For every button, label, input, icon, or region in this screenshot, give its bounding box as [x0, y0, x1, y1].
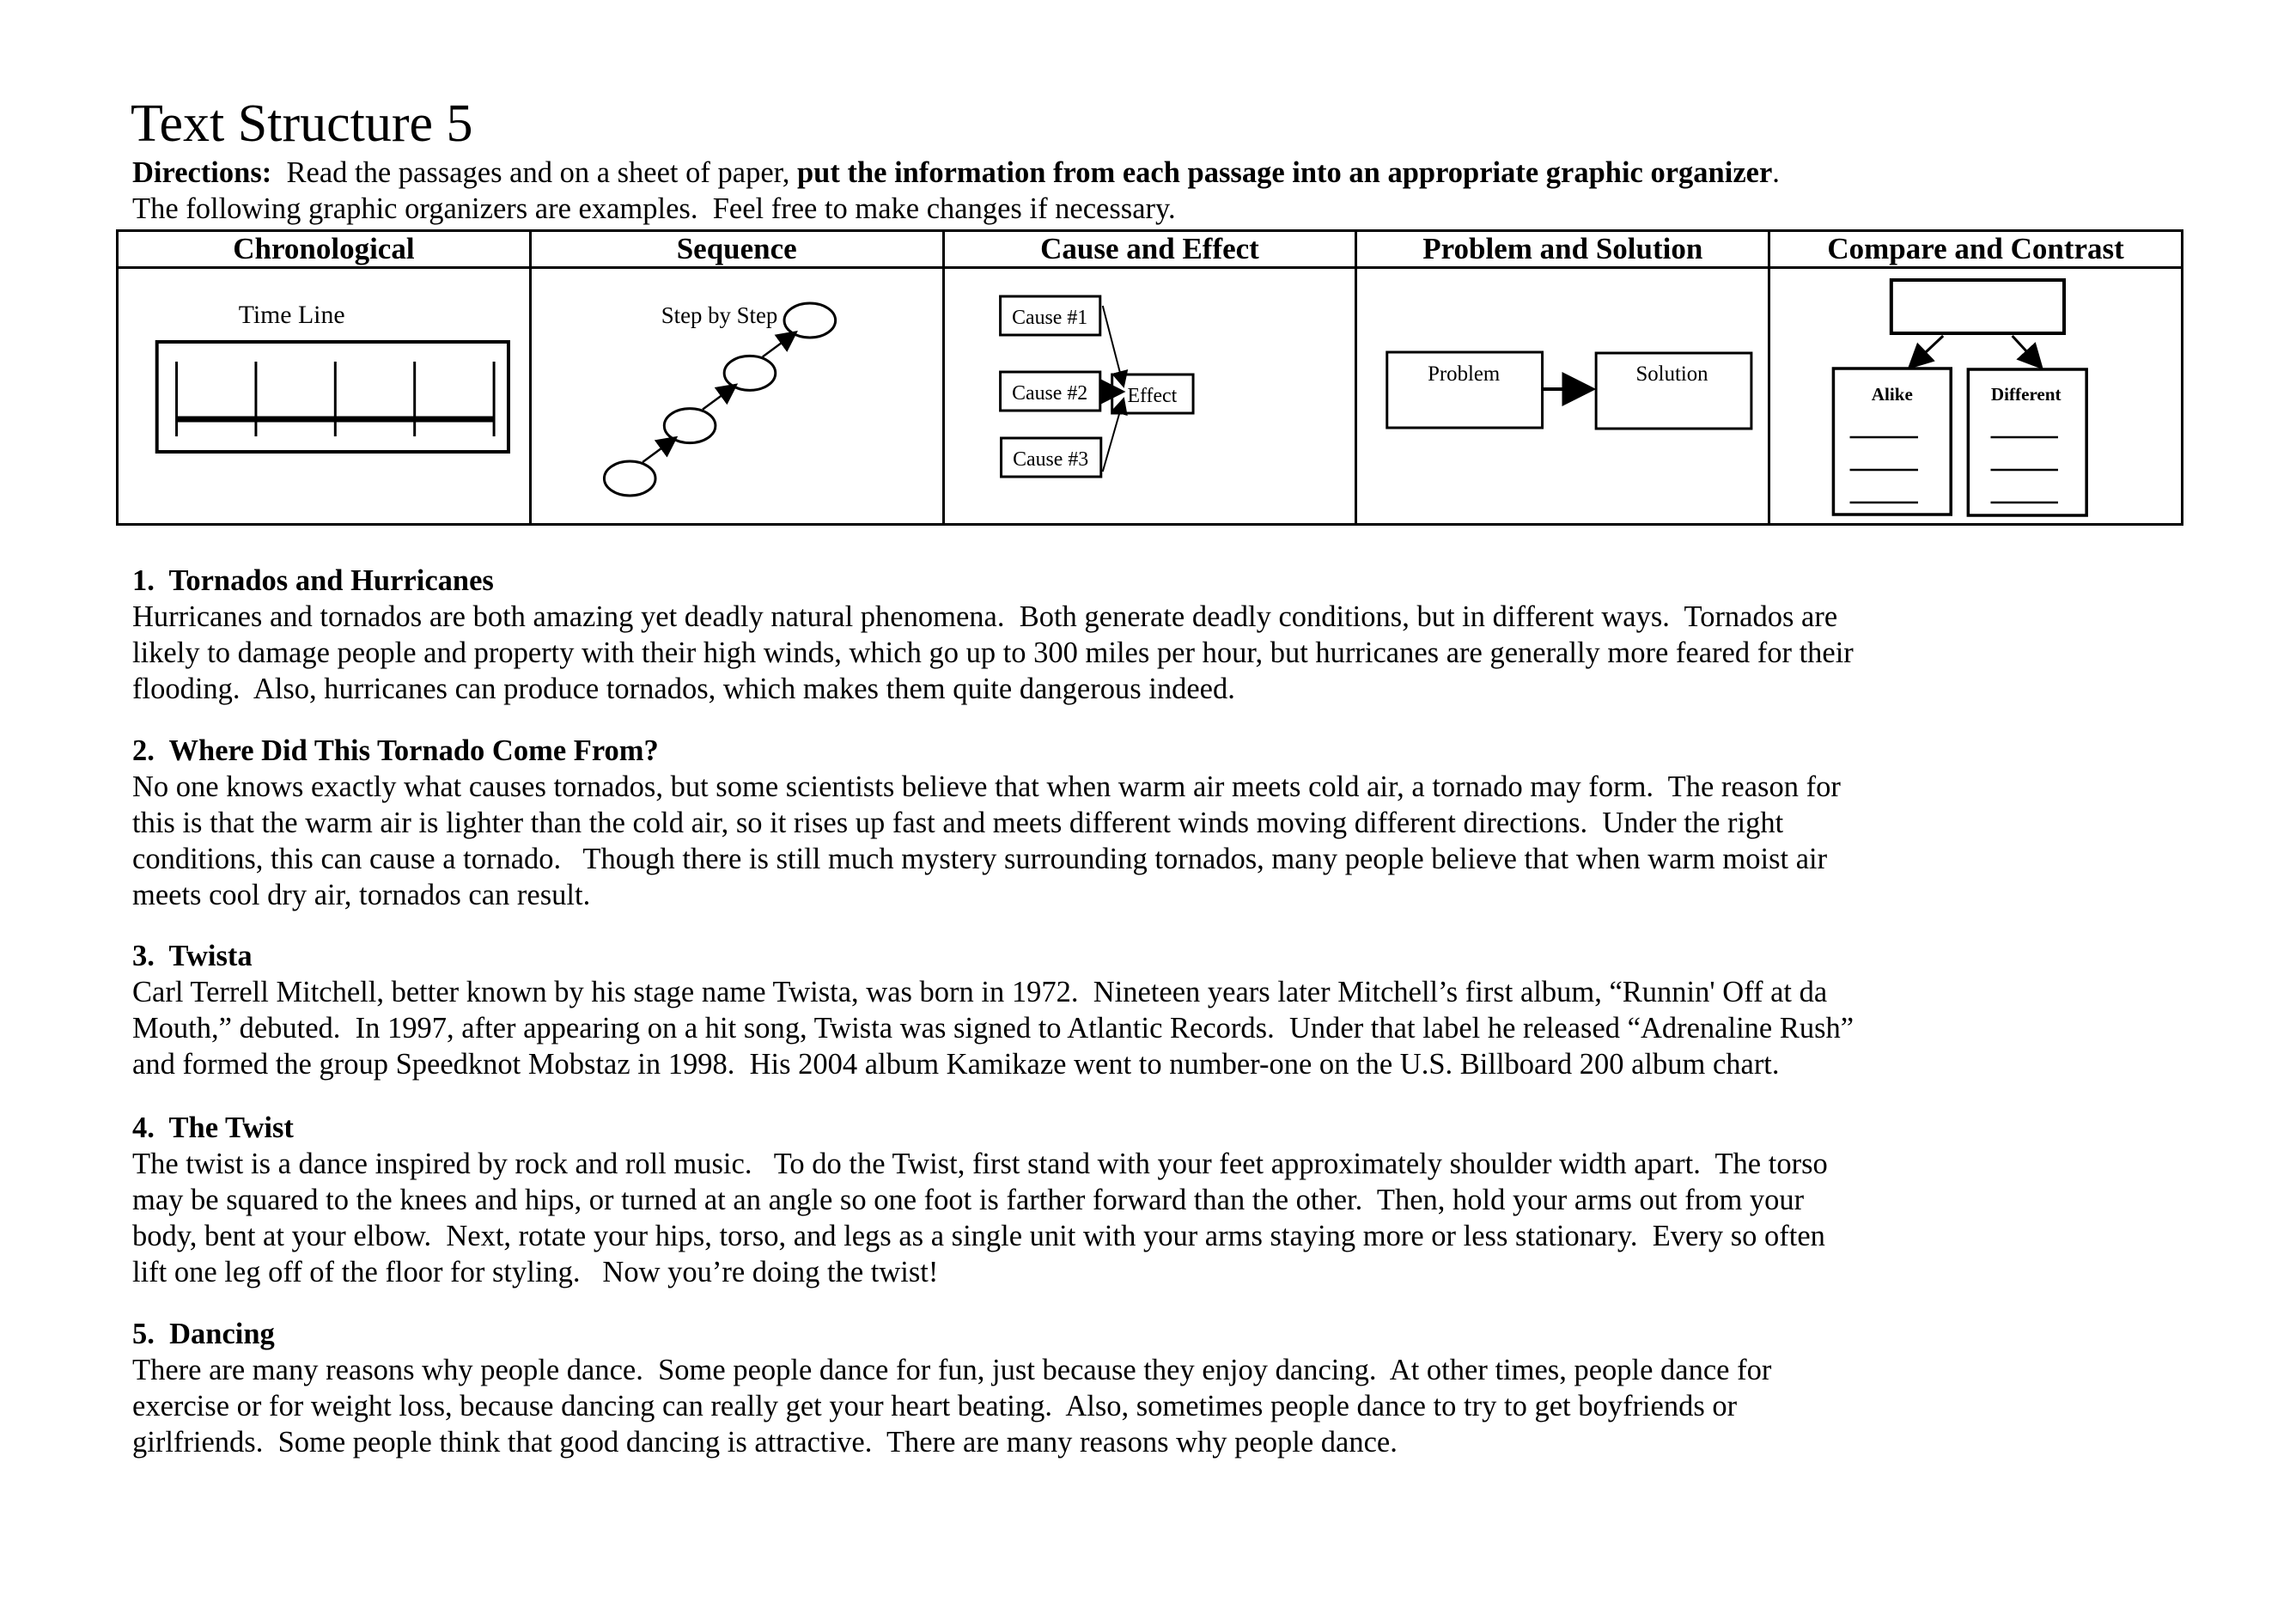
effect-label: Effect	[1127, 385, 1177, 407]
graphic-organizer-table: Chronological Sequence Cause and Effect …	[116, 229, 2183, 526]
cause-label-3: Cause #3	[1013, 448, 1088, 471]
directions-text: Read the passages and on a sheet of pape…	[271, 156, 797, 189]
passage-line: girlfriends. Some people think that good…	[132, 1426, 1398, 1459]
passage-line: lift one leg off of the floor for stylin…	[132, 1256, 939, 1288]
sequence-arrow	[761, 331, 798, 358]
sequence-arrow	[702, 383, 738, 411]
alike-label: Alike	[1872, 384, 1913, 405]
passage-heading: 2. Where Did This Tornado Come From?	[132, 734, 659, 767]
sequence-label: Step by Step	[661, 302, 778, 328]
sequence-step-oval	[662, 407, 717, 445]
sequence-step-oval	[783, 301, 837, 339]
organizer-diagram-row: Time Line Step by Step Cause #1 Cause #2…	[116, 266, 2183, 526]
sequence-step-oval	[602, 460, 657, 497]
passage-heading: 4. The Twist	[132, 1112, 294, 1144]
directions-label: Directions:	[132, 156, 272, 189]
passage-body: There are many reasons why people dance.…	[132, 1352, 2194, 1460]
timeline-cell: Time Line	[116, 266, 532, 526]
arrow-cause1-effect	[1101, 305, 1128, 388]
passage-1: 1. Tornados and Hurricanes Hurricanes an…	[132, 563, 2194, 707]
passage-line: and formed the group Speedknot Mobstaz i…	[132, 1048, 1780, 1081]
passage-2: 2. Where Did This Tornado Come From? No …	[132, 733, 2194, 913]
compare-contrast-diagram: Alike Different	[1831, 278, 2089, 517]
cause-label-2: Cause #2	[1012, 382, 1087, 405]
passage-heading: 3. Twista	[132, 940, 253, 972]
arrow-topic-different	[2011, 334, 2044, 370]
passage-body: No one knows exactly what causes tornado…	[132, 769, 2194, 913]
passage-line: this is that the warm air is lighter tha…	[132, 807, 1784, 839]
passage-line: Hurricanes and tornados are both amazing…	[132, 600, 1838, 633]
cause-effect-diagram: Cause #1 Cause #2 Cause #3 Effect	[998, 295, 1195, 478]
passage-line: conditions, this can cause a tornado. Th…	[132, 843, 1828, 875]
arrow-topic-alike	[1907, 334, 1945, 370]
passage-line: likely to damage people and property wit…	[132, 636, 1854, 669]
passage-line: No one knows exactly what causes tornado…	[132, 770, 1841, 803]
solution-label: Solution	[1636, 362, 1709, 386]
passage-line: There are many reasons why people dance.…	[132, 1354, 1772, 1386]
passage-line: The twist is a dance inspired by rock an…	[132, 1148, 1828, 1180]
passage-4: 4. The Twist The twist is a dance inspir…	[132, 1110, 2194, 1290]
passage-line: flooding. Also, hurricanes can produce t…	[132, 673, 1235, 705]
header-cause-effect: Cause and Effect	[941, 229, 1358, 269]
sequence-arrow	[642, 435, 679, 464]
passage-5: 5. Dancing There are many reasons why pe…	[132, 1316, 2194, 1460]
passage-line: may be squared to the knees and hips, or…	[132, 1184, 1805, 1216]
timeline-frame	[155, 340, 510, 454]
passage-line: meets cool dry air, tornados can result.	[132, 879, 591, 911]
passage-heading: 1. Tornados and Hurricanes	[132, 564, 494, 597]
passage-heading: 5. Dancing	[132, 1318, 275, 1350]
passage-body: The twist is a dance inspired by rock an…	[132, 1146, 2194, 1290]
organizer-header-row: Chronological Sequence Cause and Effect …	[116, 229, 2183, 269]
different-label: Different	[1991, 384, 2062, 405]
problem-label: Problem	[1428, 362, 1500, 386]
cause-label-1: Cause #1	[1012, 307, 1087, 329]
cause-effect-cell: Cause #1 Cause #2 Cause #3 Effect	[941, 266, 1358, 526]
passage-line: Carl Terrell Mitchell, better known by h…	[132, 976, 1828, 1008]
sequence-step-oval	[722, 354, 777, 392]
problem-solution-diagram: Problem Solution	[1386, 350, 1753, 430]
directions-line: Directions: Read the passages and on a s…	[132, 155, 1780, 191]
header-problem-solution: Problem and Solution	[1355, 229, 1771, 269]
page-title: Text Structure 5	[131, 94, 473, 153]
problem-solution-cell: Problem Solution	[1355, 266, 1771, 526]
passage-3: 3. Twista Carl Terrell Mitchell, better …	[132, 938, 2194, 1082]
compare-contrast-cell: Alike Different	[1768, 266, 2183, 526]
sequence-diagram: Step by Step	[602, 301, 837, 497]
header-chronological: Chronological	[116, 229, 532, 269]
passage-line: exercise or for weight loss, because dan…	[132, 1390, 1738, 1422]
passage-body: Hurricanes and tornados are both amazing…	[132, 599, 2194, 707]
passage-body: Carl Terrell Mitchell, better known by h…	[132, 974, 2194, 1082]
directions-period: .	[1772, 156, 1780, 189]
topic-box	[1890, 278, 2067, 335]
passage-line: body, bent at your elbow. Next, rotate y…	[132, 1220, 1825, 1252]
header-compare-contrast: Compare and Contrast	[1768, 229, 2183, 269]
timeline-diagram: Time Line	[155, 301, 510, 454]
sequence-cell: Step by Step	[528, 266, 945, 526]
timeline-label: Time Line	[239, 301, 345, 329]
directions-emphasis: put the information from each passage in…	[797, 156, 1773, 189]
directions-note: The following graphic organizers are exa…	[132, 192, 1176, 225]
passage-line: Mouth,” debuted. In 1997, after appearin…	[132, 1012, 1854, 1045]
header-sequence: Sequence	[528, 229, 945, 269]
